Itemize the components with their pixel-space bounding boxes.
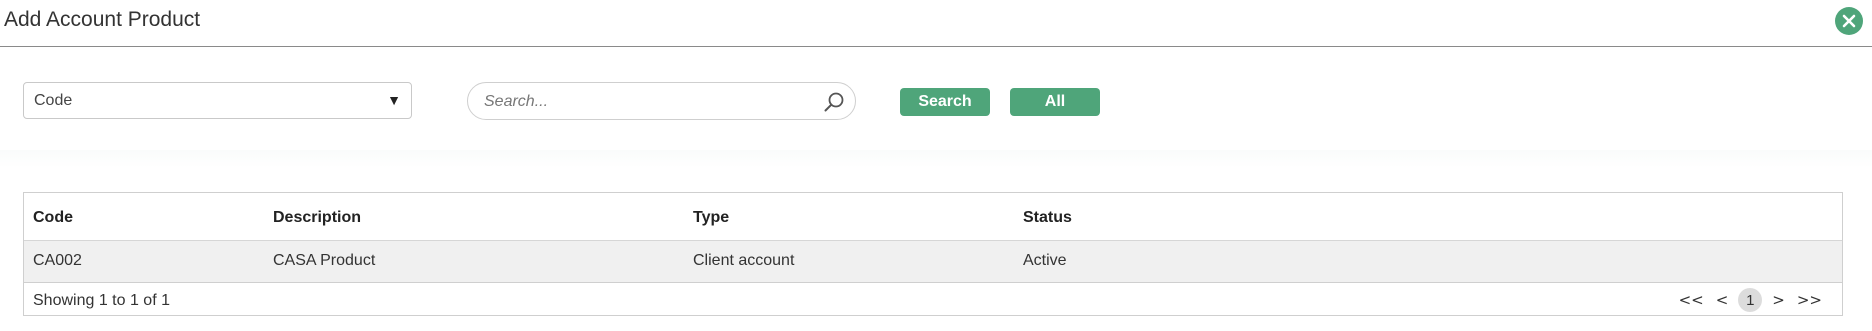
showing-count: Showing 1 to 1 of 1 bbox=[33, 292, 170, 309]
last-page-button[interactable]: >> bbox=[1791, 291, 1828, 309]
column-header-type[interactable]: Type bbox=[693, 209, 729, 227]
field-select[interactable]: Code ▼ bbox=[23, 82, 412, 119]
field-select-value: Code bbox=[34, 92, 73, 109]
search-button[interactable]: Search bbox=[900, 88, 990, 116]
cell-status: Active bbox=[1023, 252, 1067, 269]
column-header-status[interactable]: Status bbox=[1023, 209, 1072, 227]
close-button[interactable] bbox=[1835, 7, 1863, 35]
dialog-header: Add Account Product bbox=[0, 0, 1872, 47]
first-page-button[interactable]: << bbox=[1673, 291, 1710, 309]
current-page[interactable]: 1 bbox=[1738, 288, 1763, 312]
table-row[interactable]: CA002 CASA Product Client account Active bbox=[24, 241, 1842, 283]
next-page-button[interactable]: > bbox=[1766, 291, 1791, 309]
table-header: Code Description Type Status bbox=[24, 193, 1842, 241]
close-icon bbox=[1842, 14, 1856, 28]
cell-description: CASA Product bbox=[273, 252, 376, 269]
pagination: << < 1 > >> bbox=[1673, 287, 1828, 313]
column-header-description[interactable]: Description bbox=[273, 209, 361, 227]
cell-type: Client account bbox=[693, 252, 795, 269]
all-button[interactable]: All bbox=[1010, 88, 1100, 116]
search-icon[interactable] bbox=[823, 91, 845, 113]
filter-divider bbox=[0, 150, 1872, 168]
dialog-title: Add Account Product bbox=[4, 8, 201, 31]
prev-page-button[interactable]: < bbox=[1710, 291, 1735, 309]
results-table: Code Description Type Status CA002 CASA … bbox=[23, 192, 1843, 316]
cell-code: CA002 bbox=[33, 252, 82, 269]
search-input[interactable] bbox=[482, 89, 816, 115]
column-header-code[interactable]: Code bbox=[33, 209, 73, 227]
caret-down-icon: ▼ bbox=[387, 92, 401, 108]
search-box bbox=[467, 82, 856, 120]
table-footer: Showing 1 to 1 of 1 << < 1 > >> bbox=[24, 283, 1842, 317]
